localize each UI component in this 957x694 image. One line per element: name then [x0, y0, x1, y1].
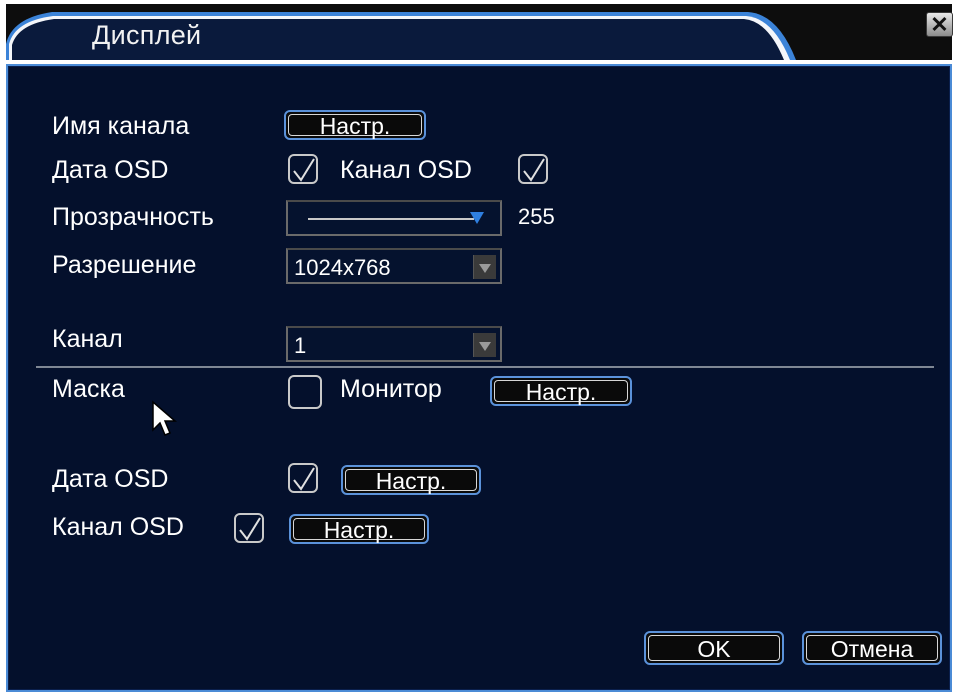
monitor-setup-label: Настр. [494, 380, 628, 404]
dialog-body: Имя канала Настр. Дата OSD Канал OSD Про… [6, 64, 952, 692]
ok-button[interactable]: OK [644, 631, 784, 665]
channel-osd-checkbox[interactable] [518, 154, 548, 184]
channel-name-label: Имя канала [52, 112, 190, 140]
resolution-value: 1024x768 [294, 255, 391, 280]
checkmark-icon [293, 467, 315, 491]
channel-osd-setup-button[interactable]: Настр. [289, 514, 429, 544]
resolution-select[interactable]: 1024x768 [286, 248, 502, 284]
channel-name-setup-label: Настр. [288, 114, 422, 138]
monitor-setup-button[interactable]: Настр. [490, 376, 632, 406]
channel-date-osd-label: Дата OSD [52, 465, 169, 493]
mouse-cursor-icon [152, 400, 178, 436]
channel-osd-checkbox-2[interactable] [234, 513, 264, 543]
channel-select[interactable]: 1 [286, 326, 502, 362]
transparency-value: 255 [518, 204, 555, 229]
dropdown-arrow-icon [473, 255, 496, 279]
cancel-label: Отмена [806, 635, 938, 662]
section-divider [36, 366, 934, 368]
date-osd-label: Дата OSD [52, 156, 169, 184]
channel-date-osd-checkbox[interactable] [288, 463, 318, 493]
slider-thumb-icon[interactable] [470, 212, 484, 224]
channel-name-setup-button[interactable]: Настр. [284, 110, 426, 140]
monitor-label: Монитор [340, 375, 442, 403]
close-button[interactable]: ✕ [926, 12, 953, 37]
transparency-label: Прозрачность [52, 203, 214, 231]
mask-checkbox[interactable] [288, 375, 322, 409]
display-dialog: Дисплей ✕ Имя канала Настр. Дата OSD Кан… [6, 4, 953, 692]
transparency-slider[interactable] [286, 200, 502, 236]
channel-value: 1 [294, 333, 307, 358]
channel-osd-setup-label: Настр. [293, 518, 425, 542]
channel-osd-label-2: Канал OSD [52, 513, 184, 541]
channel-date-osd-setup-button[interactable]: Настр. [341, 465, 481, 495]
channel-osd-label: Канал OSD [340, 156, 472, 184]
dialog-title: Дисплей [92, 20, 202, 50]
slider-track [308, 218, 474, 220]
ok-label: OK [648, 635, 780, 662]
channel-date-osd-setup-label: Настр. [345, 469, 477, 493]
checkmark-icon [523, 158, 545, 182]
channel-label: Канал [52, 325, 123, 353]
title-bar: Дисплей ✕ [6, 4, 953, 60]
checkmark-icon [239, 517, 261, 541]
resolution-label: Разрешение [52, 251, 197, 279]
date-osd-checkbox[interactable] [288, 154, 318, 184]
mask-label: Маска [52, 375, 125, 403]
close-icon: ✕ [930, 12, 949, 37]
dropdown-arrow-icon [473, 333, 496, 357]
checkmark-icon [293, 158, 315, 182]
cancel-button[interactable]: Отмена [802, 631, 942, 665]
